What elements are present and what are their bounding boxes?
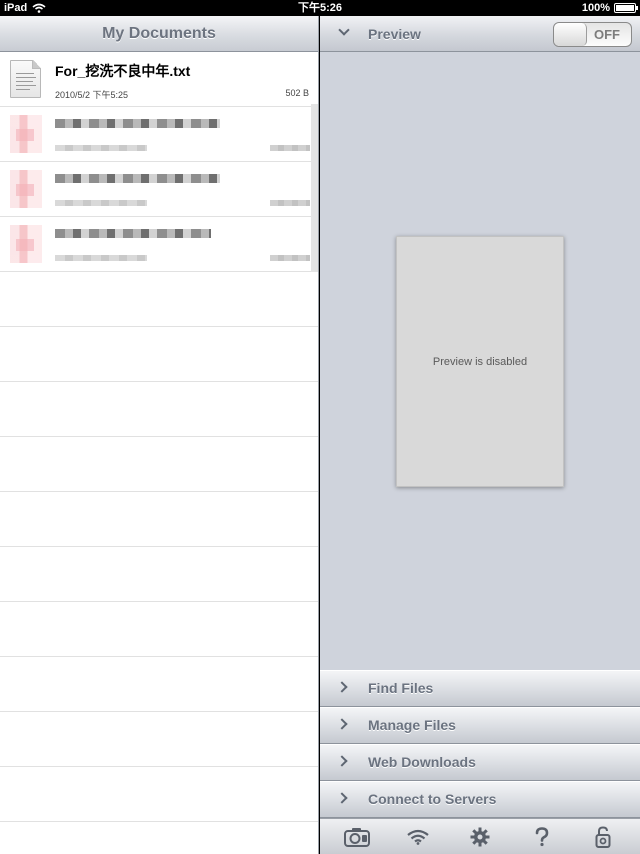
empty-row — [0, 657, 318, 712]
empty-row — [0, 602, 318, 657]
wifi-icon[interactable] — [403, 824, 433, 850]
lock-icon[interactable] — [588, 824, 618, 850]
blurred-date — [55, 145, 147, 151]
empty-row — [0, 437, 318, 492]
documents-pane: My Documents For_挖洗不良中年.txt 2010/5/2 下午5… — [0, 16, 319, 854]
preview-toggle[interactable]: OFF — [553, 22, 632, 47]
blurred-file-icon — [10, 115, 42, 153]
text-file-icon — [10, 60, 41, 98]
menu-item-connect-servers[interactable]: Connect to Servers — [320, 781, 640, 818]
gear-icon[interactable] — [465, 824, 495, 850]
preview-placeholder: Preview is disabled — [396, 236, 564, 487]
blurred-file-icon — [10, 225, 42, 263]
empty-row — [0, 272, 318, 327]
toggle-label: OFF — [594, 27, 620, 42]
empty-row — [0, 767, 318, 822]
document-date: 2010/5/2 下午5:25 — [55, 90, 129, 100]
document-size: 502 B — [285, 88, 309, 98]
blurred-size — [270, 200, 310, 206]
blurred-name — [55, 229, 211, 238]
document-row-blurred[interactable] — [0, 162, 318, 217]
empty-row — [0, 327, 318, 382]
action-menu: Find Files Manage Files Web Downloads Co… — [320, 670, 640, 818]
documents-header: My Documents — [0, 16, 318, 52]
menu-item-label: Web Downloads — [368, 754, 476, 770]
battery-icon — [614, 3, 638, 13]
preview-title: Preview — [368, 26, 421, 42]
status-bar: iPad 下午5:26 100% — [0, 0, 640, 16]
menu-item-web-downloads[interactable]: Web Downloads — [320, 744, 640, 781]
menu-item-label: Connect to Servers — [368, 791, 497, 807]
camera-icon[interactable] — [342, 824, 372, 850]
blurred-name — [55, 174, 220, 183]
bottom-toolbar — [320, 818, 640, 854]
document-row-blurred[interactable] — [0, 217, 318, 272]
help-icon[interactable] — [527, 824, 557, 850]
chevron-down-icon — [338, 24, 350, 36]
chevron-right-icon — [336, 681, 348, 693]
blurred-size — [270, 255, 310, 261]
document-row[interactable]: For_挖洗不良中年.txt 2010/5/2 下午5:25 502 B — [0, 52, 318, 107]
status-right: 100% — [581, 0, 638, 16]
blurred-name — [55, 119, 220, 128]
empty-row — [0, 547, 318, 602]
preview-header[interactable]: Preview OFF — [320, 16, 640, 52]
chevron-right-icon — [336, 718, 348, 730]
blurred-size — [270, 145, 310, 151]
empty-row — [0, 492, 318, 547]
list-scroll-indicator[interactable] — [311, 104, 318, 272]
preview-pane: Preview OFF Preview is disabled Find Fil… — [320, 16, 640, 854]
empty-row — [0, 382, 318, 437]
toggle-knob[interactable] — [554, 23, 587, 46]
document-name: For_挖洗不良中年.txt — [55, 63, 191, 79]
blurred-date — [55, 200, 147, 206]
menu-item-label: Find Files — [368, 680, 434, 696]
menu-item-manage-files[interactable]: Manage Files — [320, 707, 640, 744]
status-time: 下午5:26 — [297, 2, 343, 14]
menu-item-find-files[interactable]: Find Files — [320, 670, 640, 707]
battery-percent: 100% — [581, 2, 610, 14]
document-row-blurred[interactable] — [0, 107, 318, 162]
preview-message: Preview is disabled — [432, 356, 528, 368]
chevron-right-icon — [336, 792, 348, 804]
blurred-date — [55, 255, 147, 261]
chevron-right-icon — [336, 755, 348, 767]
menu-item-label: Manage Files — [368, 717, 456, 733]
empty-row — [0, 712, 318, 767]
blurred-file-icon — [10, 170, 42, 208]
